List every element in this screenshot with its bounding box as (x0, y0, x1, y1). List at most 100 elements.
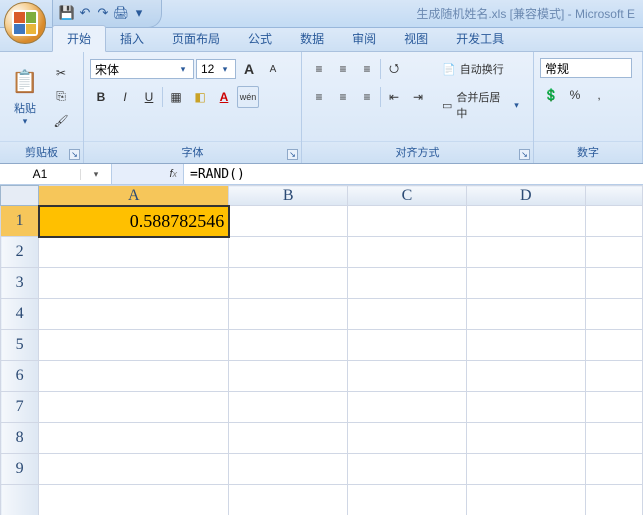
cell-B7[interactable] (229, 392, 348, 423)
cell-E7[interactable] (585, 392, 642, 423)
cell-C8[interactable] (348, 423, 467, 454)
cell-D10[interactable] (466, 485, 585, 515)
column-header-D[interactable]: D (466, 186, 585, 206)
cell-B9[interactable] (229, 454, 348, 485)
chevron-down-icon[interactable]: ▾ (219, 64, 231, 75)
cell-D9[interactable] (466, 454, 585, 485)
cell-C2[interactable] (348, 237, 467, 268)
cell-C3[interactable] (348, 268, 467, 299)
row-header-2[interactable]: 2 (1, 237, 39, 268)
row-header-4[interactable]: 4 (1, 299, 39, 330)
cell-B5[interactable] (229, 330, 348, 361)
cell-D5[interactable] (466, 330, 585, 361)
accounting-format-button[interactable]: 💲 (540, 84, 562, 106)
chevron-down-icon[interactable]: ▾ (19, 116, 31, 127)
name-box-dropdown[interactable]: ▾ (80, 169, 111, 180)
save-icon[interactable]: 💾 (59, 5, 75, 21)
cell-B8[interactable] (229, 423, 348, 454)
font-dialog-launcher[interactable]: ↘ (287, 149, 298, 160)
select-all-corner[interactable] (1, 186, 39, 206)
cell-B6[interactable] (229, 361, 348, 392)
cell-B3[interactable] (229, 268, 348, 299)
border-button[interactable]: ▦ (165, 86, 187, 108)
row-header-3[interactable]: 3 (1, 268, 39, 299)
quickprint-icon[interactable]: 🖨 (113, 5, 129, 21)
row-header-7[interactable]: 7 (1, 392, 39, 423)
fx-icon[interactable]: fx (169, 168, 177, 180)
cell-A4[interactable] (39, 299, 229, 330)
clipboard-dialog-launcher[interactable]: ↘ (69, 149, 80, 160)
decrease-indent-button[interactable]: ⇤ (383, 86, 405, 108)
name-box[interactable]: ▾ (0, 164, 112, 184)
cell-A7[interactable] (39, 392, 229, 423)
undo-icon[interactable]: ↶ (77, 5, 93, 21)
cell-C6[interactable] (348, 361, 467, 392)
cell-E3[interactable] (585, 268, 642, 299)
qat-more-icon[interactable]: ▾ (131, 5, 147, 21)
cell-A8[interactable] (39, 423, 229, 454)
cell-B1[interactable] (229, 206, 348, 237)
chevron-down-icon[interactable]: ▾ (177, 64, 189, 75)
number-format-combo[interactable]: 常规 (540, 58, 632, 78)
cell-A1[interactable]: 0.588782546 (39, 206, 229, 237)
fill-color-button[interactable]: ◧ (189, 86, 211, 108)
redo-icon[interactable]: ↷ (95, 5, 111, 21)
cell-D3[interactable] (466, 268, 585, 299)
format-painter-button[interactable]: 🖌 (50, 110, 72, 132)
cell-D8[interactable] (466, 423, 585, 454)
tab-page-layout[interactable]: 页面布局 (158, 26, 234, 51)
column-header-E[interactable] (585, 186, 642, 206)
bold-button[interactable]: B (90, 86, 112, 108)
office-button[interactable] (4, 2, 46, 44)
cell-C5[interactable] (348, 330, 467, 361)
copy-button[interactable]: ⎘ (50, 86, 72, 108)
align-right-button[interactable]: ≡ (356, 86, 378, 108)
formula-bar[interactable]: =RAND() (184, 164, 643, 184)
align-middle-button[interactable]: ≡ (332, 58, 354, 80)
cell-E5[interactable] (585, 330, 642, 361)
grow-font-button[interactable]: A (238, 58, 260, 80)
row-header-9[interactable]: 9 (1, 454, 39, 485)
cell-D6[interactable] (466, 361, 585, 392)
cell-A6[interactable] (39, 361, 229, 392)
comma-format-button[interactable]: , (588, 84, 610, 106)
column-header-C[interactable]: C (348, 186, 467, 206)
tab-review[interactable]: 审阅 (338, 26, 390, 51)
row-header-6[interactable]: 6 (1, 361, 39, 392)
cell-D7[interactable] (466, 392, 585, 423)
name-box-input[interactable] (0, 167, 80, 181)
cell-D1[interactable] (466, 206, 585, 237)
font-name-combo[interactable]: 宋体 ▾ (90, 59, 194, 79)
paste-button[interactable]: 📋 粘贴 ▾ (4, 56, 46, 137)
chevron-down-icon[interactable]: ▾ (511, 100, 522, 111)
italic-button[interactable]: I (114, 86, 136, 108)
cell-C4[interactable] (348, 299, 467, 330)
align-center-button[interactable]: ≡ (332, 86, 354, 108)
align-left-button[interactable]: ≡ (308, 86, 330, 108)
increase-indent-button[interactable]: ⇥ (407, 86, 429, 108)
tab-home[interactable]: 开始 (52, 25, 106, 52)
row-header-8[interactable]: 8 (1, 423, 39, 454)
percent-format-button[interactable]: % (564, 84, 586, 106)
cell-B2[interactable] (229, 237, 348, 268)
cell-E1[interactable] (585, 206, 642, 237)
cell-A9[interactable] (39, 454, 229, 485)
cell-D4[interactable] (466, 299, 585, 330)
cell-E9[interactable] (585, 454, 642, 485)
cell-E6[interactable] (585, 361, 642, 392)
phonetic-button[interactable]: wén (237, 86, 259, 108)
cell-E10[interactable] (585, 485, 642, 515)
row-header-1[interactable]: 1 (1, 206, 39, 237)
cell-B10[interactable] (229, 485, 348, 515)
font-size-combo[interactable]: 12 ▾ (196, 59, 236, 79)
cell-B4[interactable] (229, 299, 348, 330)
cell-C7[interactable] (348, 392, 467, 423)
cell-A3[interactable] (39, 268, 229, 299)
tab-formulas[interactable]: 公式 (234, 26, 286, 51)
cell-A10[interactable] (39, 485, 229, 515)
cell-A2[interactable] (39, 237, 229, 268)
cell-C10[interactable] (348, 485, 467, 515)
tab-insert[interactable]: 插入 (106, 26, 158, 51)
wrap-text-button[interactable]: 📄 自动换行 (437, 58, 527, 80)
shrink-font-button[interactable]: A (262, 58, 284, 80)
